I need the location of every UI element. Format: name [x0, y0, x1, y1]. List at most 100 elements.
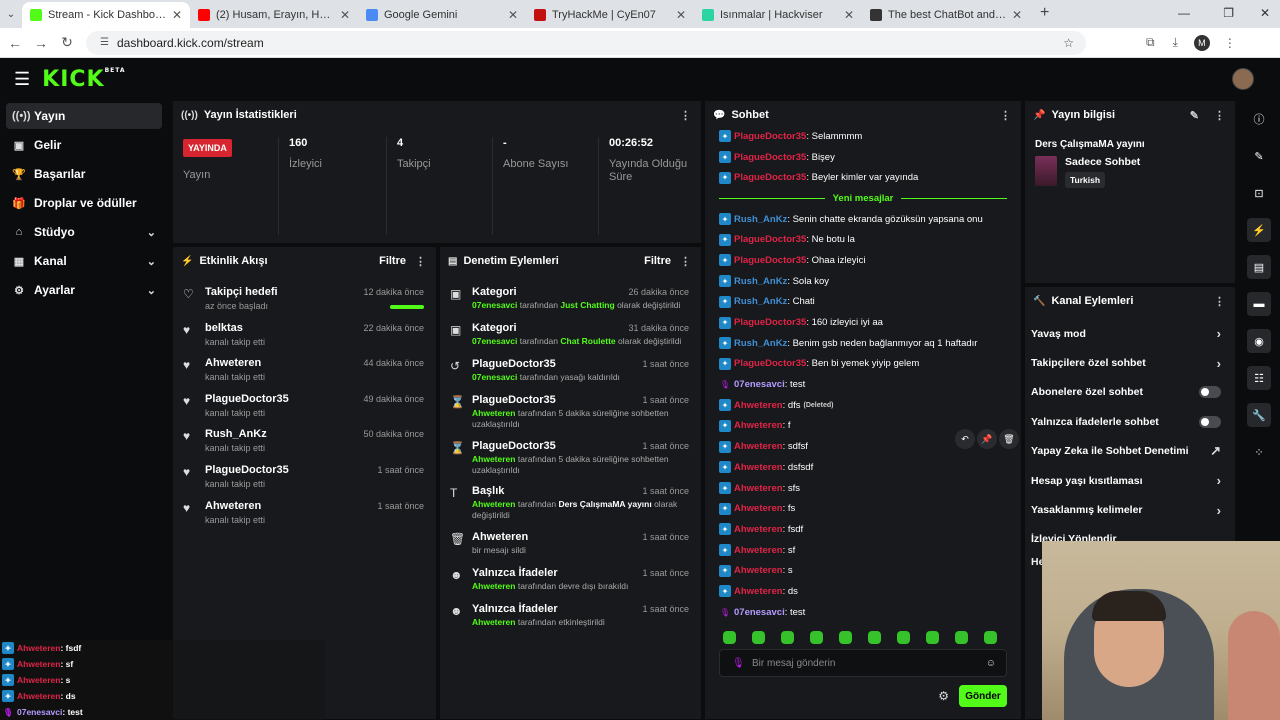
sidebar-item[interactable]: ⚙ Ayarlar ⌄	[6, 277, 162, 303]
info-icon[interactable]: ⓘ	[1247, 107, 1271, 131]
tab-close-icon[interactable]: ✕	[508, 8, 518, 22]
chevron-right-icon[interactable]: ›	[1217, 356, 1221, 371]
channel-action-item[interactable]: Yalnızca ifadelerle sohbet	[1025, 407, 1235, 436]
moderator-name[interactable]: Ahweteren	[472, 499, 515, 509]
delete-message-icon[interactable]: 🗑	[999, 429, 1019, 449]
channel-action-item[interactable]: Yapay Zeka ile Sohbet Denetimi ↗	[1025, 437, 1235, 466]
window-close-icon[interactable]: ✕	[1260, 6, 1270, 20]
chat-username[interactable]: Rush_AnKz	[734, 214, 787, 225]
new-tab-icon[interactable]: +	[1040, 4, 1049, 22]
emote-icon[interactable]	[926, 631, 939, 644]
chat-message[interactable]: ✦ Ahweteren: dfs (Deleted)	[705, 395, 1021, 416]
chevron-down-icon[interactable]: ⌄	[147, 226, 156, 239]
browser-tab[interactable]: Google Gemini ✕	[358, 2, 526, 28]
chat-username[interactable]: Ahweteren	[734, 503, 783, 514]
send-button[interactable]: Gönder	[959, 685, 1007, 707]
toggle-switch[interactable]	[1199, 415, 1221, 428]
chat-username[interactable]: PlagueDoctor35	[734, 317, 806, 328]
channel-action-item[interactable]: Takipçilere özel sohbet ›	[1025, 348, 1235, 377]
chat-settings-icon[interactable]: ⚙	[938, 689, 949, 703]
chat-username[interactable]: Rush_AnKz	[734, 296, 787, 307]
tab-close-icon[interactable]: ✕	[844, 8, 854, 22]
chevron-right-icon[interactable]: ›	[1217, 503, 1221, 518]
chat-username[interactable]: Rush_AnKz	[734, 276, 787, 287]
emote-icon[interactable]	[955, 631, 968, 644]
chat-username[interactable]: Ahweteren	[734, 441, 783, 452]
browser-tab[interactable]: TryHackMe | CyEn07 ✕	[526, 2, 694, 28]
more-options-icon[interactable]: ⋮	[1214, 109, 1225, 122]
emote-icon[interactable]	[839, 631, 852, 644]
chat-message[interactable]: ✦ Ahweteren: fs	[705, 498, 1021, 519]
chat-message[interactable]: ✦ PlagueDoctor35: Beyler kimler var yayın…	[705, 167, 1021, 188]
chat-message[interactable]: ✦ Ahweteren: s	[705, 560, 1021, 581]
sidebar-item[interactable]: ⌂ Stüdyo ⌄	[6, 219, 162, 245]
chat-username[interactable]: Rush_AnKz	[734, 338, 787, 349]
chat-username[interactable]: Ahweteren	[734, 400, 783, 411]
browser-tab[interactable]: Stream - Kick Dashboard ✕	[22, 2, 190, 28]
hamburger-menu-icon[interactable]: ☰	[14, 69, 30, 90]
toggle-switch[interactable]	[1199, 386, 1221, 399]
user-avatar[interactable]	[1232, 68, 1254, 90]
moderator-name[interactable]: 07enesavci	[472, 372, 517, 382]
chevron-down-icon[interactable]: ⌄	[147, 255, 156, 268]
emote-icon[interactable]	[897, 631, 910, 644]
edit-icon[interactable]: ✎	[1190, 109, 1199, 122]
clipboard-icon[interactable]: ▤	[1247, 255, 1271, 279]
chat-username[interactable]: PlagueDoctor35	[734, 234, 806, 245]
emote-icon[interactable]	[723, 631, 736, 644]
more-options-icon[interactable]: ⋮	[415, 255, 426, 268]
chat-username[interactable]: PlagueDoctor35	[734, 358, 806, 369]
reload-icon[interactable]: ↻	[56, 34, 78, 51]
chat-message[interactable]: 🎙 07enesavci: test	[705, 602, 1021, 623]
chat-message[interactable]: ✦ PlagueDoctor35: Bişey	[705, 147, 1021, 168]
emote-icon[interactable]	[868, 631, 881, 644]
chat-username[interactable]: PlagueDoctor35	[734, 131, 806, 142]
tab-close-icon[interactable]: ✕	[1012, 8, 1022, 22]
chat-username[interactable]: Ahweteren	[734, 524, 783, 535]
minimize-icon[interactable]: —	[1178, 6, 1190, 20]
kick-logo[interactable]: KICKBETA	[42, 67, 125, 92]
site-info-icon[interactable]: ☰	[100, 37, 109, 48]
chat-username[interactable]: Ahweteren	[734, 586, 783, 597]
edit-icon[interactable]: ✎	[1247, 144, 1271, 168]
external-link-icon[interactable]: ↗	[1210, 443, 1221, 459]
chat-bubble-icon[interactable]: ▬	[1247, 292, 1271, 316]
wrench-icon[interactable]: 🔧	[1247, 403, 1271, 427]
chat-message[interactable]: ✦ Ahweteren: sfs	[705, 478, 1021, 499]
url-field[interactable]: ☰ dashboard.kick.com/stream ☆	[86, 30, 1086, 55]
lightning-icon[interactable]: ⚡	[1247, 218, 1271, 242]
chat-username[interactable]: PlagueDoctor35	[734, 152, 806, 163]
layout-icon[interactable]: ☷	[1247, 366, 1271, 390]
chat-message[interactable]: ✦ PlagueDoctor35: Ben bi yemek yiyip gele…	[705, 354, 1021, 375]
more-options-icon[interactable]: ⋮	[680, 109, 691, 122]
moderator-name[interactable]: 07enesavci	[472, 336, 517, 346]
chat-username[interactable]: Ahweteren	[734, 462, 783, 473]
chat-username[interactable]: Ahweteren	[734, 565, 783, 576]
download-icon[interactable]: ⤓	[1173, 35, 1178, 50]
emote-icon[interactable]	[810, 631, 823, 644]
chat-message[interactable]: ✦ Rush_AnKz: Sola koy	[705, 271, 1021, 292]
more-options-icon[interactable]: ⋮	[1214, 295, 1225, 308]
bookmark-star-icon[interactable]: ☆	[1063, 36, 1074, 50]
chat-input[interactable]: 🎙 Bir mesaj gönderin ☺	[719, 649, 1007, 677]
moderator-name[interactable]: Ahweteren	[472, 408, 515, 418]
chat-username[interactable]: Ahweteren	[734, 545, 783, 556]
chat-username[interactable]: PlagueDoctor35	[734, 255, 806, 266]
chat-message[interactable]: ✦ Ahweteren: sf	[705, 540, 1021, 561]
chat-username[interactable]: Ahweteren	[734, 483, 783, 494]
chat-message[interactable]: ✦ Ahweteren: dsfsdf	[705, 457, 1021, 478]
emoji-picker-icon[interactable]: ☺	[986, 658, 996, 669]
sidebar-item[interactable]: 🏆 Başarılar	[6, 161, 162, 187]
chat-message[interactable]: ✦ Rush_AnKz: Chati	[705, 292, 1021, 313]
chat-message[interactable]: ✦ PlagueDoctor35: Ohaa izleyici	[705, 250, 1021, 271]
chat-message[interactable]: ✦ PlagueDoctor35: Ne botu la	[705, 229, 1021, 250]
browser-tab[interactable]: Isınmalar | Hackviser ✕	[694, 2, 862, 28]
extensions-icon[interactable]: ⧉	[1146, 35, 1155, 50]
emote-icon[interactable]	[781, 631, 794, 644]
capture-icon[interactable]: ⊡	[1247, 181, 1271, 205]
chat-username[interactable]: 07enesavci	[734, 379, 785, 390]
chat-message[interactable]: ✦ Ahweteren: ds	[705, 581, 1021, 602]
profile-avatar[interactable]: M	[1193, 34, 1210, 51]
chat-username[interactable]: 07enesavci	[734, 607, 785, 618]
channel-action-item[interactable]: Yasaklanmış kelimeler ›	[1025, 495, 1235, 524]
